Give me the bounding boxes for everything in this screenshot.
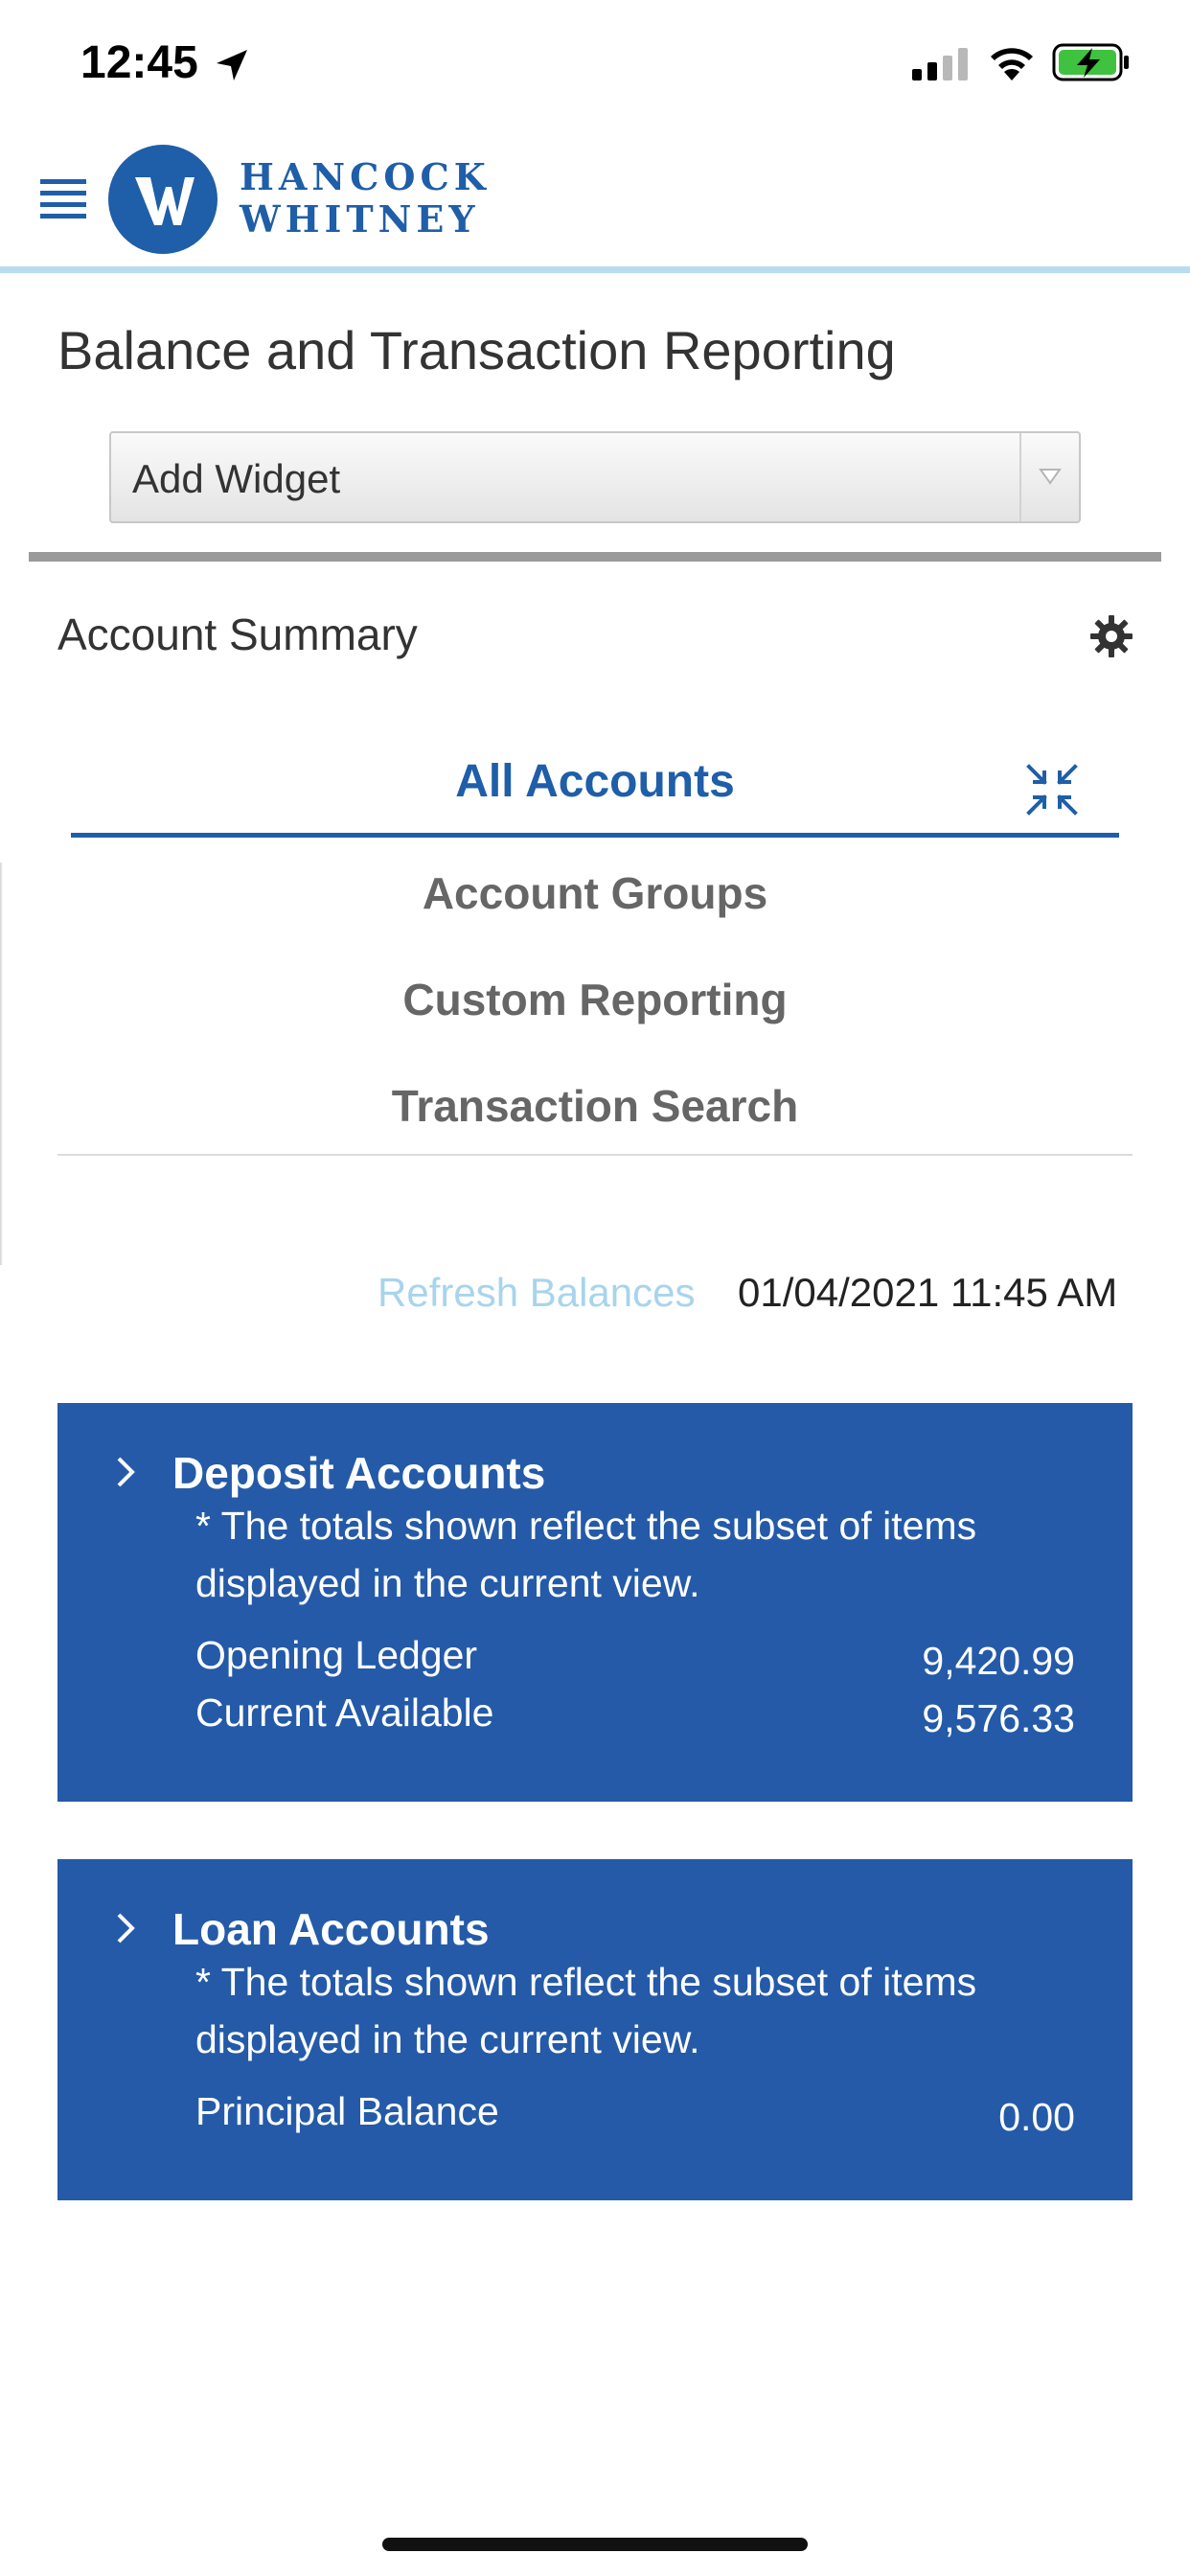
loan-accounts-card[interactable]: Loan Accounts * The totals shown reflect… xyxy=(57,1859,1133,2200)
gear-icon[interactable] xyxy=(1088,613,1134,659)
hamburger-menu-icon[interactable] xyxy=(40,175,86,223)
page-title: Balance and Transaction Reporting xyxy=(57,320,896,380)
deposit-accounts-title: Deposit Accounts xyxy=(172,1448,546,1498)
last-refresh-timestamp: 01/04/2021 11:45 AM xyxy=(738,1270,1118,1315)
tab-account-groups[interactable]: Account Groups xyxy=(57,867,1133,919)
current-available-label: Current Available xyxy=(195,1690,494,1735)
app-header: HANCOCK WHITNEY xyxy=(0,129,1190,273)
dropdown-arrow[interactable] xyxy=(1019,433,1079,521)
loan-accounts-note: * The totals shown reflect the subset of… xyxy=(195,1960,977,2061)
drawer-edge-shadow xyxy=(0,862,3,1265)
opening-ledger-value: 9,420.99 xyxy=(922,1639,1075,1683)
add-widget-select-value: Add Widget xyxy=(132,456,341,501)
tabs-divider xyxy=(57,1154,1133,1156)
logo-line-1: HANCOCK xyxy=(240,155,491,198)
add-widget-select[interactable]: Add Widget xyxy=(109,431,1081,523)
tab-transaction-search[interactable]: Transaction Search xyxy=(57,1080,1133,1132)
chevron-down-icon xyxy=(1039,469,1062,485)
chevron-right-icon[interactable] xyxy=(111,1453,140,1491)
loan-accounts-title: Loan Accounts xyxy=(172,1904,490,1954)
principal-balance-label: Principal Balance xyxy=(195,2089,499,2133)
status-bar: 12:45 xyxy=(0,0,1190,129)
wifi-icon xyxy=(991,48,1033,80)
logo-line-2: WHITNEY xyxy=(240,197,480,241)
current-available-value: 9,576.33 xyxy=(922,1696,1075,1740)
brand-logo-icon xyxy=(108,145,217,254)
brand-logo-text: HANCOCK WHITNEY xyxy=(240,156,491,241)
logo-w-mark xyxy=(135,177,195,225)
deposit-accounts-note: * The totals shown reflect the subset of… xyxy=(195,1504,977,1605)
opening-ledger-label: Opening Ledger xyxy=(195,1633,478,1677)
section-divider xyxy=(29,552,1161,562)
tab-all-accounts[interactable]: All Accounts xyxy=(71,738,1119,838)
home-indicator[interactable] xyxy=(382,2538,808,2551)
cellular-signal-icon xyxy=(912,48,968,80)
collapse-icon[interactable] xyxy=(1025,763,1079,816)
refresh-balances-link[interactable]: Refresh Balances xyxy=(378,1270,696,1316)
deposit-accounts-card[interactable]: Deposit Accounts * The totals shown refl… xyxy=(57,1403,1133,1802)
principal-balance-value: 0.00 xyxy=(998,2095,1075,2139)
account-summary-title: Account Summary xyxy=(57,610,418,659)
tab-all-accounts-label: All Accounts xyxy=(455,756,735,807)
location-arrow-icon xyxy=(217,50,247,80)
status-time: 12:45 xyxy=(80,37,198,88)
battery-charging-icon xyxy=(1052,43,1129,81)
tab-custom-reporting[interactable]: Custom Reporting xyxy=(57,974,1133,1025)
chevron-right-icon[interactable] xyxy=(111,1909,140,1947)
